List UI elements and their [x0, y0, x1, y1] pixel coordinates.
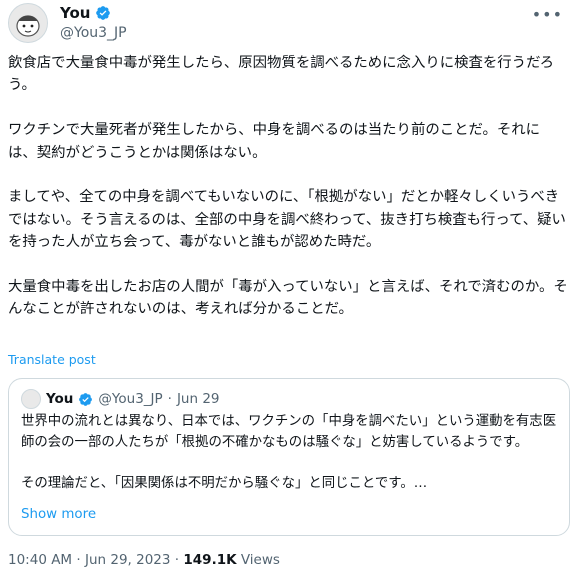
tweet-time[interactable]: 10:40 AM [8, 552, 72, 568]
tweet-paragraph: ましてや、全ての中身を調べてもいないのに、「根拠がない」だとか軽々しくいうべきで… [8, 189, 566, 251]
translate-post-link[interactable]: Translate post [8, 352, 96, 367]
quoted-author-handle: @You3_JP [98, 391, 163, 407]
tweet-date[interactable]: Jun 29, 2023 [85, 552, 171, 568]
quoted-tweet-header: You @You3_JP · Jun 29 [21, 389, 220, 409]
verified-badge-icon [79, 392, 93, 406]
author-handle[interactable]: @You3_JP [60, 24, 127, 42]
tweet-paragraph: 大量食中毒を出したお店の人間が「毒が入っていない」と言えば、それで済むのか。そん… [8, 279, 568, 318]
verified-badge-icon [96, 6, 111, 20]
tweet-meta: 10:40 AM · Jun 29, 2023 · 149.1K Views [8, 552, 280, 568]
quoted-tweet-card[interactable]: You @You3_JP · Jun 29 世界中の流れとは異なり、日本では、ワ… [8, 378, 570, 536]
more-horizontal-icon: ••• [531, 5, 563, 24]
views-count: 149.1K [183, 552, 237, 568]
quoted-paragraph: 世界中の流れとは異なり、日本では、ワクチンの「中身を調べたい」という運動を有志医… [21, 414, 557, 450]
author-name-row: You [60, 4, 111, 22]
author-name[interactable]: You [60, 4, 90, 22]
avatar-illustration-icon [16, 15, 40, 37]
quoted-separator: · [167, 391, 172, 407]
tweet-paragraph: 飲食店で大量食中毒が発生したら、原因物質を調べるために念入りに検査を行うだろう。 [8, 55, 554, 94]
show-more-link[interactable]: Show more [21, 507, 96, 522]
author-avatar[interactable] [8, 3, 48, 43]
tweet-paragraph: ワクチンで大量死者が発生したから、中身を調べるのは当たり前のことだ。それには、契… [8, 122, 541, 161]
meta-separator: · [76, 552, 81, 568]
more-options-button[interactable]: ••• [532, 7, 563, 23]
views-label: Views [240, 552, 280, 568]
quoted-author-name: You [46, 391, 74, 407]
quoted-author-avatar [21, 389, 41, 409]
quoted-tweet-text: 世界中の流れとは異なり、日本では、ワクチンの「中身を調べたい」という運動を有志医… [21, 412, 561, 494]
tweet-text: 飲食店で大量食中毒が発生したら、原因物質を調べるために念入りに検査を行うだろう。… [8, 52, 568, 321]
quoted-date: Jun 29 [176, 391, 220, 407]
meta-separator: · [174, 552, 180, 568]
quoted-paragraph: その理論だと、「因果関係は不明だから騒ぐな」と同じことです。… [21, 475, 428, 491]
